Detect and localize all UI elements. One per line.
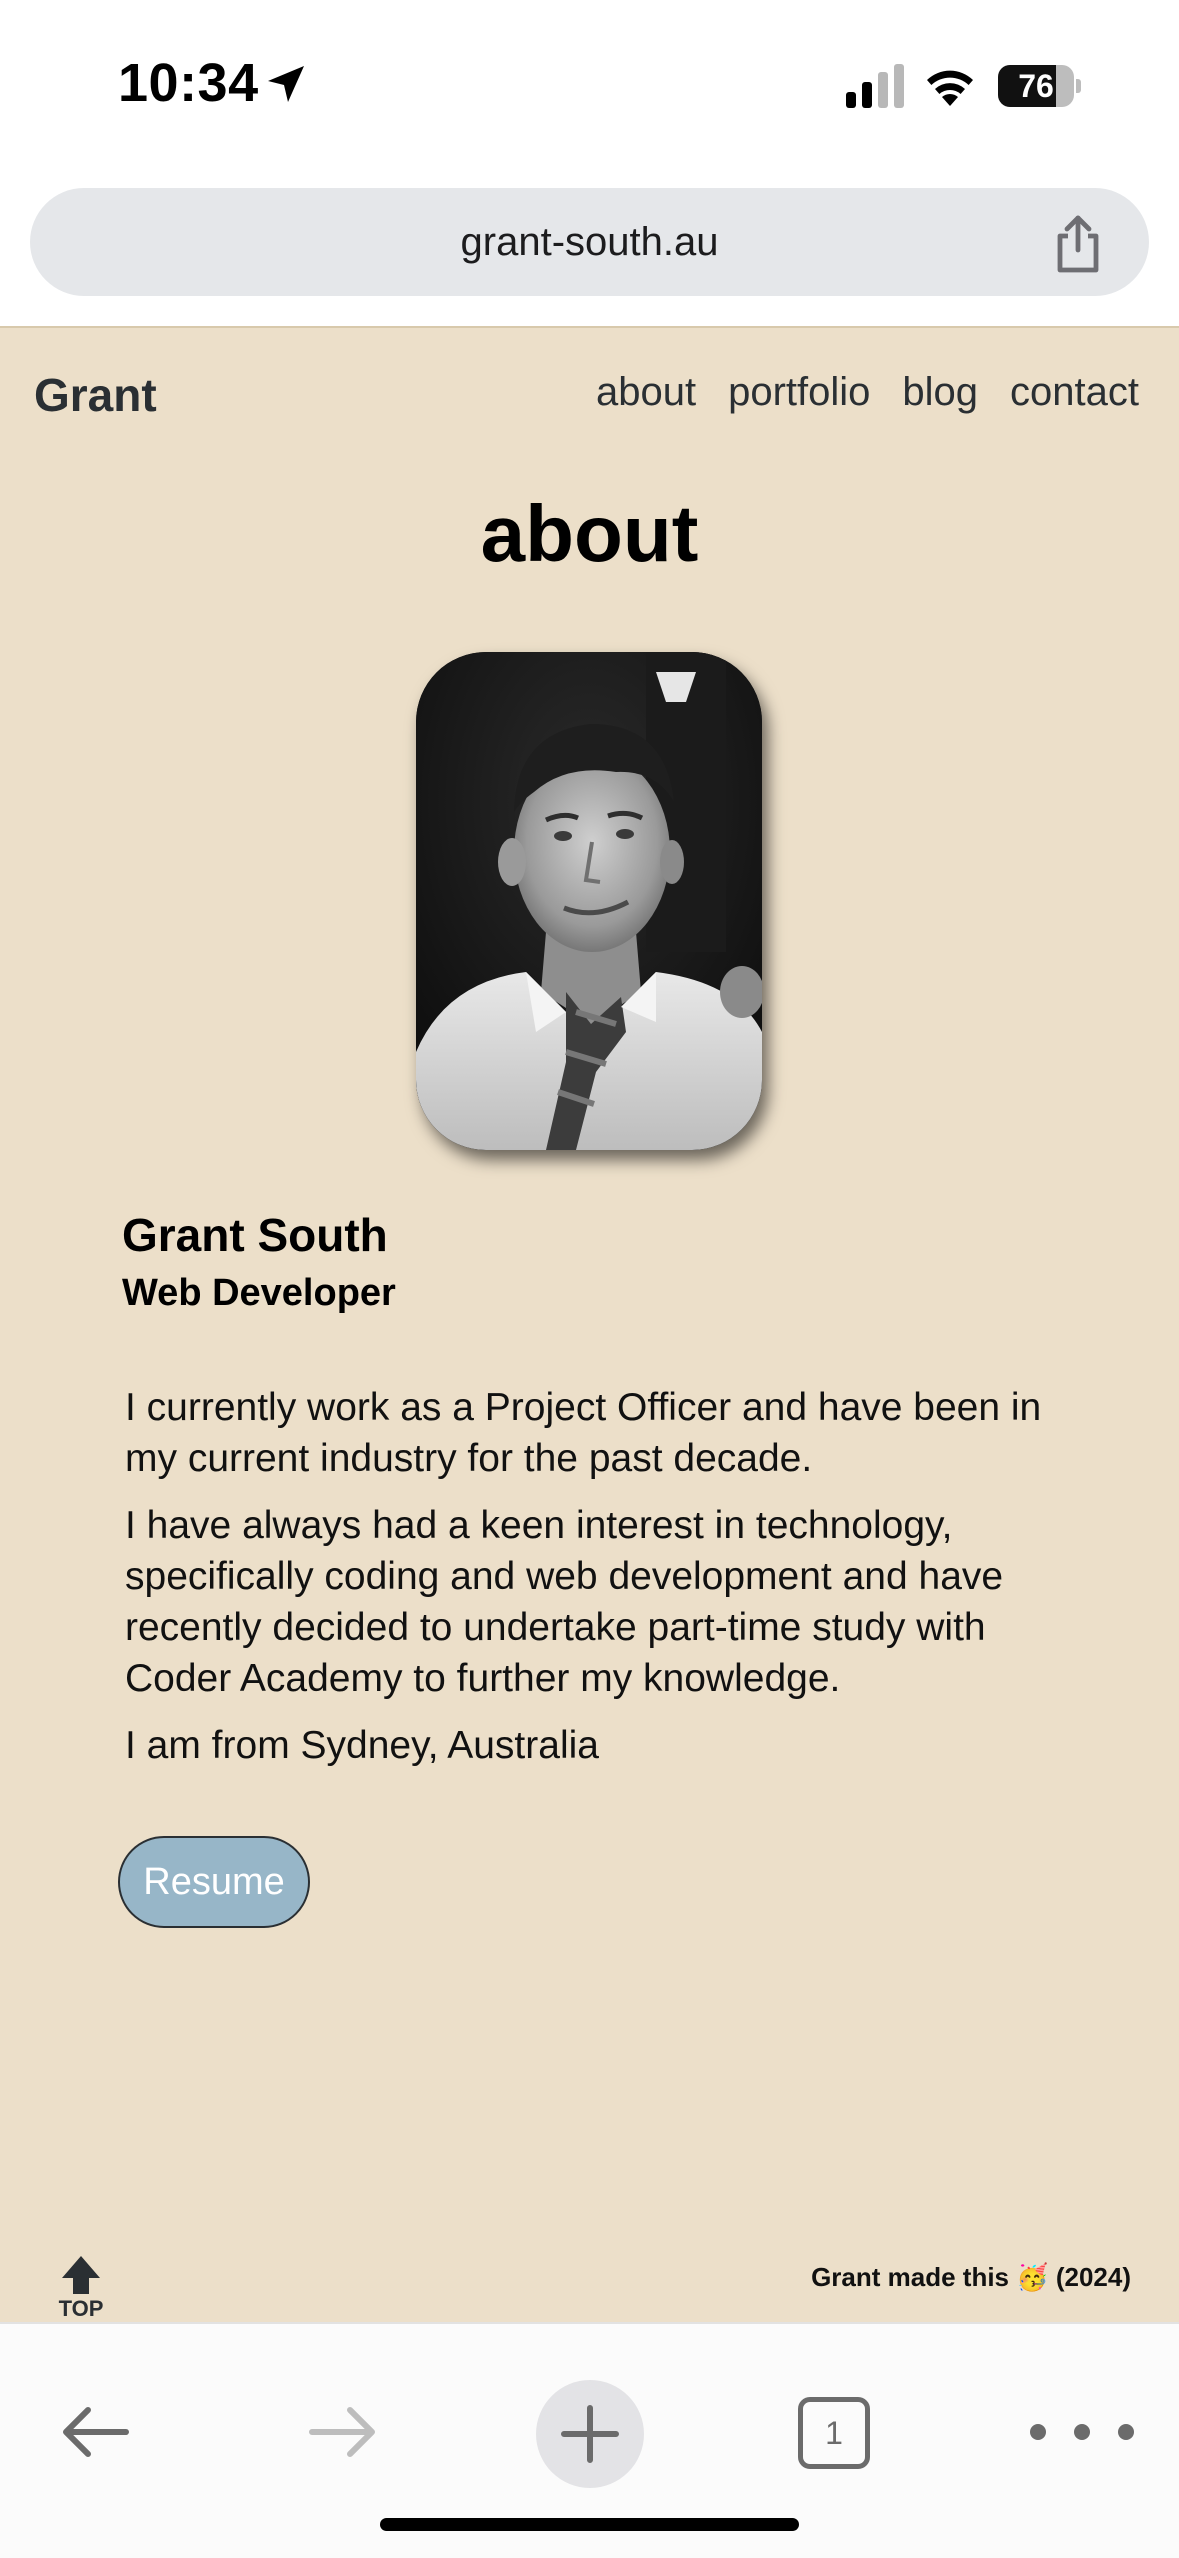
tab-count: 1 (825, 2415, 843, 2451)
bio-paragraph: I have always had a keen interest in tec… (125, 1504, 1004, 1700)
profile-photo (416, 652, 762, 1150)
resume-button[interactable]: Resume (118, 1836, 310, 1928)
bio-paragraph: I currently work as a Project Officer an… (125, 1386, 1042, 1480)
location-arrow-icon (268, 66, 304, 102)
bio-paragraph: I am from Sydney, Australia (125, 1724, 599, 1767)
tabs-button[interactable]: 1 (798, 2397, 870, 2469)
back-arrow-icon[interactable] (58, 2402, 132, 2462)
forward-arrow-icon[interactable] (306, 2402, 380, 2462)
site-nav: about portfolio blog contact (596, 370, 1139, 415)
new-tab-button[interactable] (536, 2380, 644, 2488)
nav-blog[interactable]: blog (902, 370, 978, 415)
nav-contact[interactable]: contact (1010, 370, 1139, 415)
url-text[interactable]: grant-south.au (30, 188, 1149, 296)
footer-note: Grant made this 🥳 (2024) (811, 2262, 1131, 2292)
battery-percent: 76 (1018, 68, 1054, 104)
nav-about[interactable]: about (596, 370, 696, 415)
nav-portfolio[interactable]: portfolio (728, 370, 870, 415)
back-to-top-button[interactable]: TOP (54, 2254, 108, 2324)
share-icon[interactable] (1046, 212, 1110, 276)
cellular-signal-icon (846, 64, 904, 108)
top-label: TOP (58, 2296, 104, 2321)
status-bar: 10:34 76 (0, 0, 1179, 175)
wifi-icon (927, 70, 973, 106)
web-page: Grant about portfolio blog contact about (0, 326, 1179, 2324)
home-indicator (380, 2518, 799, 2531)
status-time: 10:34 (118, 53, 259, 113)
profile-name: Grant South (122, 1209, 388, 1261)
battery-indicator: 76 (998, 65, 1081, 107)
bio-text: I currently work as a Project Officer an… (125, 1382, 1065, 1787)
arrow-up-icon (62, 2256, 100, 2294)
more-options-icon[interactable] (1024, 2414, 1140, 2450)
address-bar[interactable]: grant-south.au (30, 188, 1149, 296)
plus-icon (561, 2405, 619, 2463)
page-title: about (480, 489, 699, 578)
site-brand[interactable]: Grant (34, 368, 157, 422)
profile-role: Web Developer (122, 1272, 396, 1314)
